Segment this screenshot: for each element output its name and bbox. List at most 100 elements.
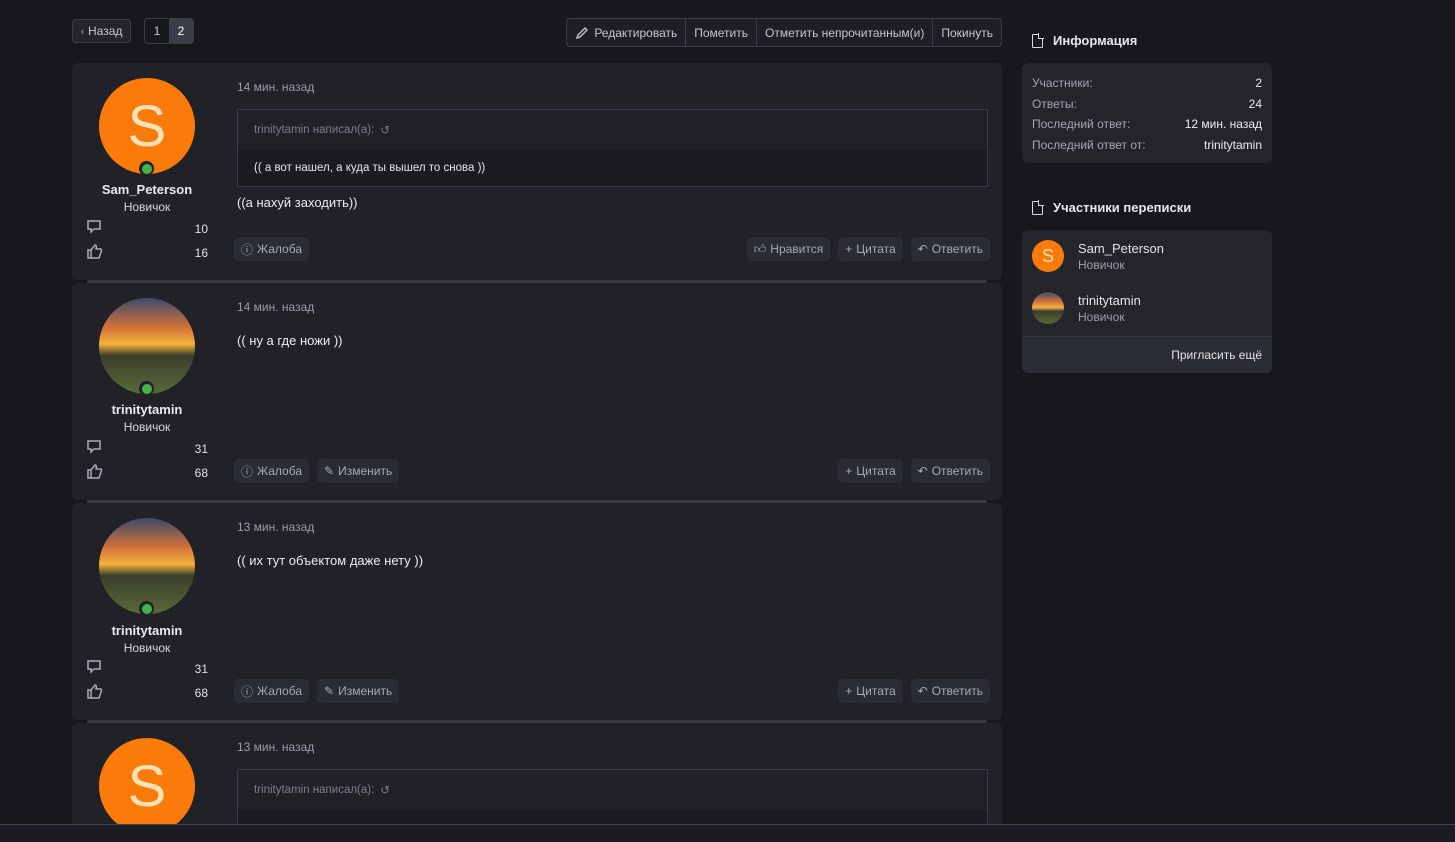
- likes-count: 68: [194, 466, 208, 480]
- thumbs-up-icon: [86, 683, 104, 703]
- invite-more-link[interactable]: Пригласить ещё: [1022, 336, 1272, 373]
- page-2-current[interactable]: 2: [169, 19, 193, 43]
- edit-button[interactable]: ✎ Изменить: [317, 459, 400, 483]
- info-value[interactable]: trinitytamin: [1204, 138, 1262, 152]
- member-item[interactable]: S Sam_Peterson Новичок: [1032, 240, 1164, 272]
- messages-stat: 31: [86, 439, 208, 459]
- quote-header: trinitytamin написал(а): ↺: [238, 110, 987, 150]
- quote-label: Цитата: [856, 684, 896, 698]
- messages-count: 10: [194, 222, 208, 236]
- post-footer-right: + Цитата ↶ Ответить: [838, 459, 990, 483]
- report-button[interactable]: ⓘ Жалоба: [234, 237, 309, 261]
- messages-icon: [86, 659, 104, 679]
- info-row: Последний ответ от: trinitytamin: [1032, 135, 1262, 156]
- plus-icon: +: [845, 684, 853, 698]
- avatar[interactable]: [1032, 292, 1064, 324]
- edit-button[interactable]: ✎ Изменить: [317, 679, 400, 703]
- leave-button[interactable]: Покинуть: [932, 19, 1001, 46]
- post-time[interactable]: 13 мин. назад: [237, 520, 314, 534]
- reply-icon: ↶: [917, 242, 928, 256]
- quote-button[interactable]: + Цитата: [838, 679, 903, 703]
- likes-count: 16: [194, 246, 208, 260]
- page-1-link[interactable]: 1: [145, 19, 169, 43]
- pencil-icon: ✎: [324, 464, 335, 478]
- info-panel: Участники: 2 Ответы: 24 Последний ответ: 12…: [1022, 63, 1272, 163]
- quote-button[interactable]: + Цитата: [838, 237, 903, 261]
- online-status-icon: [139, 601, 154, 616]
- post-user-column: S Sam_Peterson Новичок 10 16: [72, 63, 222, 280]
- message-text: (( их тут объектом даже нету )): [237, 553, 424, 568]
- post-user-column: S: [72, 723, 222, 828]
- report-label: Жалоба: [257, 242, 302, 256]
- avatar[interactable]: S: [99, 78, 195, 174]
- thread-actions: Редактировать Пометить Отметить непрочит…: [566, 18, 1002, 47]
- edit-label: Изменить: [338, 464, 393, 478]
- reply-label: Ответить: [931, 242, 983, 256]
- user-title: Новичок: [123, 200, 171, 214]
- chevron-left-icon: ‹: [81, 26, 84, 36]
- edit-thread-label: Редактировать: [594, 25, 678, 40]
- likes-stat: 68: [86, 463, 208, 483]
- post-footer-right: 👍︎ Нравится + Цитата ↶ Ответить: [746, 237, 990, 261]
- mark-unread-button[interactable]: Отметить непрочитанным(и): [756, 19, 933, 46]
- member-title: Новичок: [1078, 257, 1125, 272]
- message-post: S Sam_Peterson Новичок 10 16 14 мин. наз…: [72, 63, 1002, 283]
- reply-button[interactable]: ↶ Ответить: [910, 459, 990, 483]
- quote-block: trinitytamin написал(а): ↺: [237, 769, 988, 828]
- messages-stat: 31: [86, 659, 208, 679]
- post-footer-left: ⓘ Жалоба ✎ Изменить: [234, 459, 400, 483]
- member-name[interactable]: Sam_Peterson: [1078, 241, 1164, 256]
- post-user-column: trinitytamin Новичок 31 68: [72, 503, 222, 720]
- avatar[interactable]: [99, 298, 195, 394]
- like-label: Нравится: [770, 242, 824, 256]
- quote-author[interactable]: trinitytamin написал(а):: [254, 124, 374, 136]
- mark-button[interactable]: Пометить: [685, 19, 757, 46]
- pencil-icon: [576, 26, 589, 39]
- thread-toolbar: ‹ Назад 1 2 Редактировать Пометить Отмет…: [72, 18, 1002, 47]
- info-label: Последний ответ от:: [1032, 137, 1146, 152]
- info-label: Участники:: [1032, 76, 1093, 91]
- post-footer-right: + Цитата ↶ Ответить: [838, 679, 990, 703]
- avatar[interactable]: [99, 518, 195, 614]
- undo-arrow-icon[interactable]: ↺: [380, 123, 390, 137]
- info-row: Последний ответ: 12 мин. назад: [1032, 114, 1262, 135]
- message-post: trinitytamin Новичок 31 68 13 мин. назад…: [72, 503, 1002, 723]
- avatar[interactable]: S: [1032, 240, 1064, 272]
- messages-stat: 10: [86, 219, 208, 239]
- report-button[interactable]: ⓘ Жалоба: [234, 459, 309, 483]
- post-footer-left: ⓘ Жалоба: [234, 237, 309, 261]
- reply-button[interactable]: ↶ Ответить: [910, 237, 990, 261]
- report-label: Жалоба: [257, 464, 302, 478]
- report-button[interactable]: ⓘ Жалоба: [234, 679, 309, 703]
- reply-button[interactable]: ↶ Ответить: [910, 679, 990, 703]
- info-row: Участники: 2: [1032, 73, 1262, 94]
- edit-thread-button[interactable]: Редактировать: [567, 19, 686, 46]
- back-button[interactable]: ‹ Назад: [72, 19, 132, 43]
- quote-author[interactable]: trinitytamin написал(а):: [254, 784, 374, 796]
- like-button[interactable]: 👍︎ Нравится: [746, 237, 831, 261]
- member-item[interactable]: trinitytamin Новичок: [1032, 292, 1141, 324]
- post-time[interactable]: 14 мин. назад: [237, 300, 314, 314]
- member-title: Новичок: [1078, 309, 1125, 324]
- post-footer-left: ⓘ Жалоба ✎ Изменить: [234, 679, 400, 703]
- info-value[interactable]: 12 мин. назад: [1185, 117, 1262, 131]
- username-link[interactable]: trinitytamin: [72, 402, 222, 417]
- post-time[interactable]: 14 мин. назад: [237, 80, 314, 94]
- edit-label: Изменить: [338, 684, 393, 698]
- username-link[interactable]: Sam_Peterson: [72, 182, 222, 197]
- likes-stat: 68: [86, 683, 208, 703]
- post-time[interactable]: 13 мин. назад: [237, 740, 314, 754]
- online-status-icon: [139, 161, 154, 176]
- reply-icon: ↶: [917, 464, 928, 478]
- info-row: Ответы: 24: [1032, 94, 1262, 115]
- undo-arrow-icon[interactable]: ↺: [380, 783, 390, 797]
- avatar[interactable]: S: [99, 738, 195, 828]
- document-icon: [1032, 199, 1044, 215]
- quote-button[interactable]: + Цитата: [838, 459, 903, 483]
- message-text: (( ну а где ножи )): [237, 333, 343, 348]
- username-link[interactable]: trinitytamin: [72, 623, 222, 638]
- bottom-bar: [0, 824, 1455, 842]
- document-icon: [1032, 32, 1044, 48]
- member-name[interactable]: trinitytamin: [1078, 293, 1141, 308]
- reply-label: Ответить: [931, 464, 983, 478]
